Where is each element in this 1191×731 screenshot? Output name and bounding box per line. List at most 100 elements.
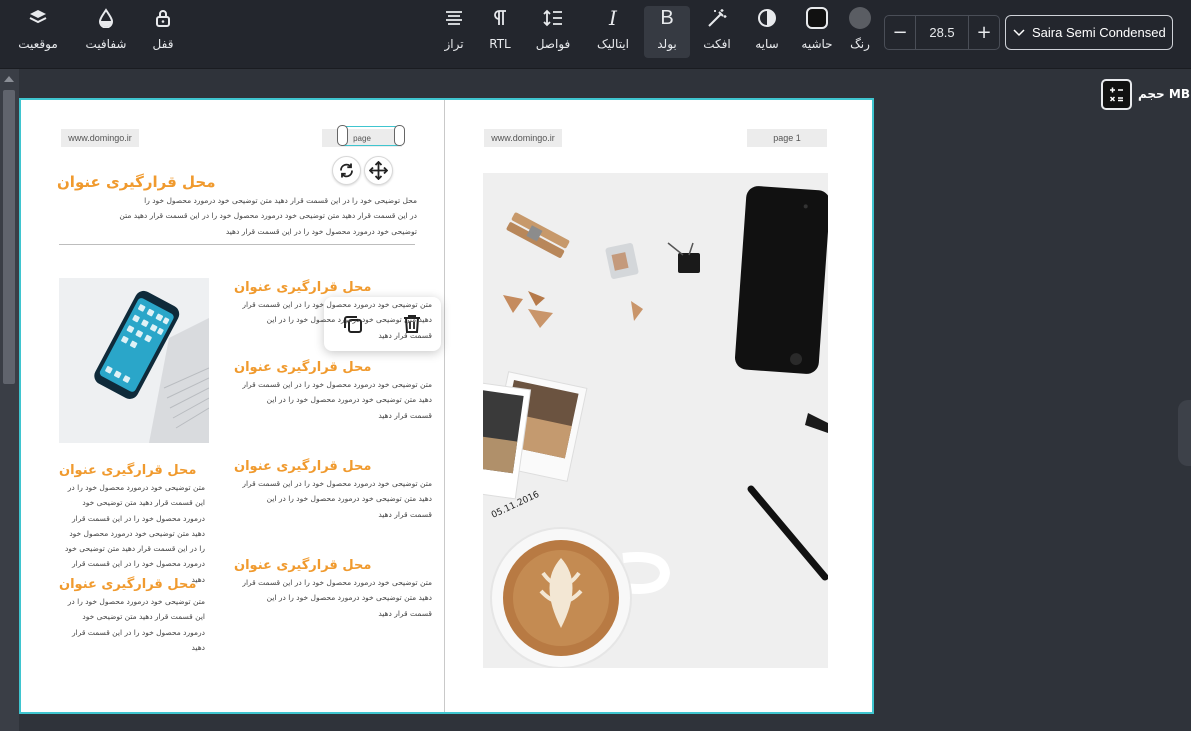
section-line: متن توضیحی خود درمورد محصول خود را در ای… — [242, 300, 432, 309]
effect-button[interactable]: افکت — [697, 6, 737, 58]
right-panel-toggle[interactable] — [1178, 400, 1191, 466]
color-label: رنگ — [850, 37, 870, 51]
right-column-section: محل قرارگیری عنوان متن توضیحی خود درمورد… — [234, 554, 432, 621]
spacing-button[interactable]: فواصل — [530, 6, 576, 58]
italic-icon: I — [609, 6, 617, 30]
border-button[interactable]: حاشیه — [797, 6, 837, 58]
desk-image: 05.11.2016 — [483, 173, 828, 668]
header-rule — [59, 244, 415, 245]
italic-label: ایتالیک — [597, 37, 629, 51]
opacity-label: شفافیت — [85, 37, 127, 51]
header-paragraph: محل توضیحی خود را در این قسمت قرار دهید … — [57, 193, 417, 239]
top-toolbar: موقعیت شفافیت قفل تراز RTL فواصل I ایتال… — [0, 0, 1191, 69]
section-line: دهید متن توضیحی خود درمورد محصول خود را … — [266, 395, 432, 405]
right-column-section: محل قرارگیری عنوان متن توضیحی خود درمورد… — [234, 356, 432, 423]
section-line: قسمت قرار دهید — [378, 608, 432, 618]
header-title-text: محل قرارگیری عنوان — [57, 173, 216, 191]
left-column-section: محل قرارگیری عنوان متن توضیحی خود درمورد… — [59, 573, 205, 655]
section-line: متن توضیحی خود درمورد محصول خود را در ای… — [242, 380, 432, 389]
header-title: محل قرارگیری عنوان — [57, 172, 417, 191]
drop-icon — [97, 6, 115, 30]
left-website-chip: www.domingo.ir — [61, 129, 139, 147]
paragraph-icon — [491, 6, 509, 30]
rtl-button[interactable]: RTL — [484, 6, 516, 58]
font-size-stepper[interactable]: − 28.5 + — [884, 15, 1000, 50]
section-line: متن توضیحی خود درمورد محصول خود را در ای… — [242, 578, 432, 587]
font-family-value: Saira Semi Condensed — [1032, 25, 1166, 40]
section-title: محل قرارگیری عنوان — [234, 360, 372, 375]
section-title: محل قرارگیری عنوان — [59, 577, 197, 592]
border-label: حاشیه — [801, 37, 833, 51]
header-line: محل توضیحی خود را در این قسمت قرار دهید … — [144, 196, 417, 205]
size-panel[interactable]: حجم MB — [1101, 78, 1190, 110]
opacity-button[interactable]: شفافیت — [80, 6, 132, 58]
right-page-chip: page 1 — [747, 129, 827, 147]
page-spread[interactable]: www.domingo.ir page محل قرارگیری عنوان م… — [19, 98, 874, 714]
shadow-icon — [756, 6, 778, 30]
lock-button[interactable]: قفل — [145, 6, 181, 58]
section-line: دهید متن توضیحی خود درمورد محصول خود — [69, 528, 205, 538]
color-swatch-icon — [849, 6, 871, 30]
section-line: این قسمت قرار دهید متن توضیحی خود — [82, 612, 205, 622]
section-line: قسمت قرار دهید — [378, 410, 432, 420]
font-family-select[interactable]: Saira Semi Condensed — [1005, 15, 1173, 50]
calculator-icon — [1101, 78, 1132, 110]
section-line: دهید متن توضیحی خود درمورد محصول خود را … — [266, 593, 432, 603]
section-line: متن توضیحی خود درمورد محصول خود را در — [67, 483, 205, 492]
right-column-section: محل قرارگیری عنوان متن توضیحی خود درمورد… — [234, 455, 432, 522]
phone-photo[interactable] — [59, 278, 209, 443]
color-button[interactable]: رنگ — [846, 6, 874, 58]
scroll-up-icon[interactable] — [4, 76, 14, 82]
header-line: در این قسمت قرار دهید متن توضیحی خود درم… — [119, 211, 417, 221]
section-line: درمورد محصول خود را در این قسمت قرار — [72, 513, 205, 523]
align-button[interactable]: تراز — [437, 6, 471, 58]
italic-button[interactable]: I ایتالیک — [590, 6, 636, 58]
desk-photo[interactable]: 05.11.2016 — [483, 173, 828, 668]
shadow-button[interactable]: سایه — [750, 6, 784, 58]
magic-wand-icon — [706, 6, 728, 30]
section-line: قسمت قرار دهید — [378, 509, 432, 519]
section-line: متن توضیحی خود درمورد محصول خود را در — [67, 597, 205, 606]
left-column-section: محل قرارگیری عنوان متن توضیحی خود درمورد… — [59, 459, 205, 587]
border-swatch-icon — [806, 6, 828, 30]
rtl-label: RTL — [489, 37, 511, 51]
header-line: توضیحی خود درمورد محصول خود را در این قس… — [225, 226, 417, 236]
align-label: تراز — [444, 37, 464, 51]
section-title: محل قرارگیری عنوان — [234, 558, 372, 573]
resize-handle-right[interactable] — [394, 125, 405, 146]
line-spacing-icon — [542, 6, 564, 30]
section-line: قسمت قرار دهید — [378, 330, 432, 340]
layers-icon — [28, 6, 48, 30]
font-size-value[interactable]: 28.5 — [915, 16, 969, 49]
text-selection-box[interactable] — [337, 125, 405, 146]
vertical-scrollbar-thumb[interactable] — [3, 90, 15, 384]
decrease-size-button[interactable]: − — [885, 16, 915, 49]
right-website-chip: www.domingo.ir — [484, 129, 562, 147]
bold-label: بولد — [657, 37, 677, 51]
section-title: محل قرارگیری عنوان — [234, 459, 372, 474]
section-title: محل قرارگیری عنوان — [59, 463, 197, 478]
section-line: درمورد محصول خود را در این قسمت قرار — [72, 559, 205, 569]
increase-size-button[interactable]: + — [969, 16, 999, 49]
section-line: دهید متن توضیحی خود درمورد محصول خود را … — [266, 494, 432, 504]
lock-icon — [154, 6, 172, 30]
size-label: حجم MB — [1138, 87, 1190, 101]
bold-icon: B — [660, 6, 674, 29]
resize-handle-left[interactable] — [337, 125, 348, 146]
spacing-label: فواصل — [535, 37, 571, 51]
align-icon — [444, 6, 464, 30]
section-line: دهید متن توضیحی خود درمورد محصول خود را … — [266, 315, 432, 325]
effect-label: افکت — [703, 37, 731, 51]
page-divider — [444, 100, 445, 712]
shadow-label: سایه — [755, 37, 779, 51]
position-button[interactable]: موقعیت — [12, 6, 64, 58]
right-column-section: محل قرارگیری عنوان متن توضیحی خود درمورد… — [234, 276, 432, 343]
section-line: را در این قسمت قرار دهید متن توضیحی خود — [64, 544, 205, 554]
section-line: درمورد محصول خود را در این قسمت قرار دهی… — [72, 627, 205, 652]
section-line: متن توضیحی خود درمورد محصول خود را در ای… — [242, 479, 432, 488]
lock-label: قفل — [152, 37, 174, 51]
section-title: محل قرارگیری عنوان — [234, 280, 372, 295]
bold-button[interactable]: B بولد — [644, 6, 690, 58]
position-label: موقعیت — [18, 37, 58, 51]
phone-image — [59, 278, 209, 443]
